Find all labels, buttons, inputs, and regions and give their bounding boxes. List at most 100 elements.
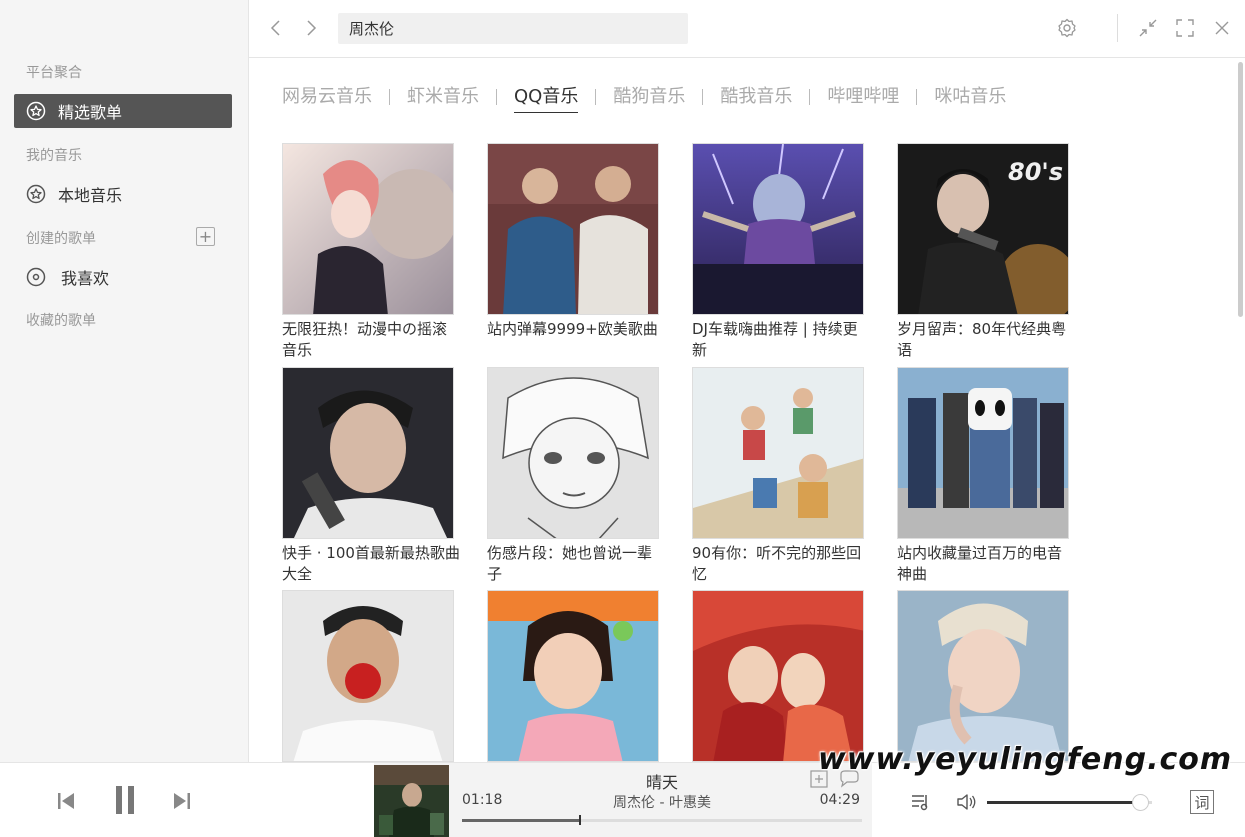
- playlist-title: 站内弹幕9999+欧美歌曲: [487, 320, 658, 338]
- playlist-card[interactable]: DJ车载嗨曲推荐 | 持续更新: [692, 143, 864, 361]
- volume-fill: [987, 801, 1141, 804]
- section-created: 创建的歌单: [26, 231, 96, 247]
- tab-kugou[interactable]: 酷狗音乐: [613, 82, 685, 112]
- pause-icon: [116, 786, 134, 814]
- playlist-cover: [692, 367, 864, 539]
- music-app: 平台聚合 精选歌单 我的音乐 本地音乐 创建的歌单 + 我喜欢 收藏的歌单 周杰…: [0, 0, 1245, 837]
- queue-icon: [912, 795, 928, 811]
- progress-handle[interactable]: [579, 815, 581, 825]
- next-button[interactable]: [170, 789, 194, 813]
- playlist-cover: [487, 590, 659, 762]
- now-playing: 晴天 01:18 周杰伦 - 叶惠美 04:29: [374, 763, 872, 837]
- add-playlist-button[interactable]: +: [196, 227, 215, 246]
- sidebar-item-local[interactable]: 本地音乐: [14, 177, 232, 211]
- tab-migu[interactable]: 咪咕音乐: [934, 82, 1006, 112]
- playlist-cover: 80's: [897, 143, 1069, 315]
- maximize-button[interactable]: [1173, 16, 1197, 40]
- search-input[interactable]: [338, 13, 688, 44]
- topbar: [249, 0, 1245, 58]
- fullscreen-icon: [1176, 19, 1194, 37]
- playlist-cover: [692, 143, 864, 315]
- progress-fill: [462, 819, 580, 822]
- total-time: 04:29: [819, 792, 860, 808]
- song-artist: 周杰伦 - 叶惠美: [613, 795, 711, 811]
- playlist-cover: [282, 367, 454, 539]
- playlist-queue-button[interactable]: [909, 791, 933, 813]
- playlist-card[interactable]: [282, 590, 454, 766]
- section-platform: 平台聚合: [26, 65, 82, 81]
- settings-button[interactable]: [1055, 16, 1079, 40]
- chevron-left-icon: [270, 20, 280, 36]
- tab-separator: [702, 89, 704, 105]
- playlist-title: DJ车载嗨曲推荐 | 持续更新: [692, 320, 858, 359]
- sidebar-item-label: 我喜欢: [61, 269, 110, 288]
- speaker-icon: [957, 794, 976, 810]
- now-playing-cover[interactable]: [374, 765, 449, 837]
- playlist-cover: [487, 143, 659, 315]
- sidebar-item-liked[interactable]: 我喜欢: [14, 260, 232, 294]
- playlist-card[interactable]: [487, 590, 659, 766]
- tab-separator: [809, 89, 811, 105]
- previous-button[interactable]: [54, 789, 78, 813]
- playlist-title: 站内收藏量过百万的电音神曲: [897, 544, 1063, 583]
- tab-separator: [496, 89, 497, 105]
- playlist-title: 快手 · 100首最新最热歌曲大全: [282, 544, 460, 583]
- playlist-cover: [897, 590, 1069, 762]
- watermark: www.yeyulingfeng.com: [818, 742, 1233, 777]
- playlist-cover: [897, 367, 1069, 539]
- volume-button[interactable]: [955, 791, 979, 813]
- tab-separator: [916, 89, 918, 105]
- playlist-title: 90有你：听不完的那些回忆: [692, 544, 862, 583]
- playlist-card[interactable]: 站内收藏量过百万的电音神曲: [897, 367, 1069, 585]
- tab-kuwo[interactable]: 酷我音乐: [720, 82, 792, 112]
- song-title: 晴天: [645, 773, 678, 792]
- lyrics-button[interactable]: 词: [1190, 790, 1214, 814]
- volume-handle[interactable]: [1132, 794, 1150, 811]
- volume-slider[interactable]: [987, 794, 1152, 811]
- shrink-icon: [1139, 19, 1157, 37]
- playlist-card[interactable]: 90有你：听不完的那些回忆: [692, 367, 864, 585]
- playlist-card[interactable]: 无限狂热！动漫中の摇滚音乐: [282, 143, 454, 361]
- tab-separator: [389, 89, 390, 105]
- tab-netease[interactable]: 网易云音乐: [282, 82, 372, 112]
- star-circle-icon: [26, 101, 46, 121]
- playlist-card[interactable]: 伤感片段：她也曾说一辈子: [487, 367, 659, 585]
- gear-icon: [1058, 18, 1076, 38]
- playlist-title: 伤感片段：她也曾说一辈子: [487, 544, 653, 583]
- chevron-right-icon: [307, 20, 317, 36]
- badge-80s: 80's: [1008, 158, 1063, 186]
- playlist-card[interactable]: 80's 岁月留声：80年代经典粤语: [897, 143, 1069, 361]
- divider: [1117, 14, 1118, 42]
- playlist-card[interactable]: 站内弹幕9999+欧美歌曲: [487, 143, 659, 340]
- minimize-button[interactable]: [1136, 16, 1160, 40]
- skip-previous-icon: [58, 793, 74, 809]
- playlist-cover: [692, 590, 864, 762]
- playlist-card[interactable]: 快手 · 100首最新最热歌曲大全: [282, 367, 460, 585]
- scrollbar[interactable]: [1238, 62, 1243, 317]
- platform-tabs: 网易云音乐 虾米音乐 QQ音乐 酷狗音乐 酷我音乐 哔哩哔哩 咪咕音乐: [282, 82, 1006, 113]
- playlist-cover: [282, 143, 454, 315]
- progress-bar[interactable]: [462, 815, 862, 825]
- skip-next-icon: [174, 793, 190, 809]
- star-circle-icon: [26, 184, 46, 204]
- playlist-card[interactable]: [897, 590, 1069, 766]
- forward-button[interactable]: [300, 17, 322, 39]
- section-collected: 收藏的歌单: [26, 313, 96, 329]
- tab-separator: [595, 89, 597, 105]
- close-button[interactable]: [1210, 16, 1234, 40]
- playlist-card[interactable]: [692, 590, 864, 766]
- playlist-title: 无限狂热！动漫中の摇滚音乐: [282, 320, 448, 359]
- sidebar-item-label: 本地音乐: [58, 186, 123, 205]
- sidebar-item-label: 精选歌单: [58, 103, 123, 122]
- tab-qq[interactable]: QQ音乐: [514, 82, 579, 113]
- tab-xiami[interactable]: 虾米音乐: [407, 82, 479, 112]
- back-button[interactable]: [265, 17, 287, 39]
- tab-bilibili[interactable]: 哔哩哔哩: [827, 82, 899, 112]
- disc-icon: [26, 267, 46, 287]
- playlist-cover: [282, 590, 454, 762]
- playlist-title: 岁月留声：80年代经典粤语: [897, 320, 1067, 359]
- sidebar-item-featured[interactable]: 精选歌单: [14, 94, 232, 128]
- pause-button[interactable]: [112, 785, 138, 815]
- section-my-music: 我的音乐: [26, 148, 82, 164]
- close-icon: [1215, 21, 1229, 35]
